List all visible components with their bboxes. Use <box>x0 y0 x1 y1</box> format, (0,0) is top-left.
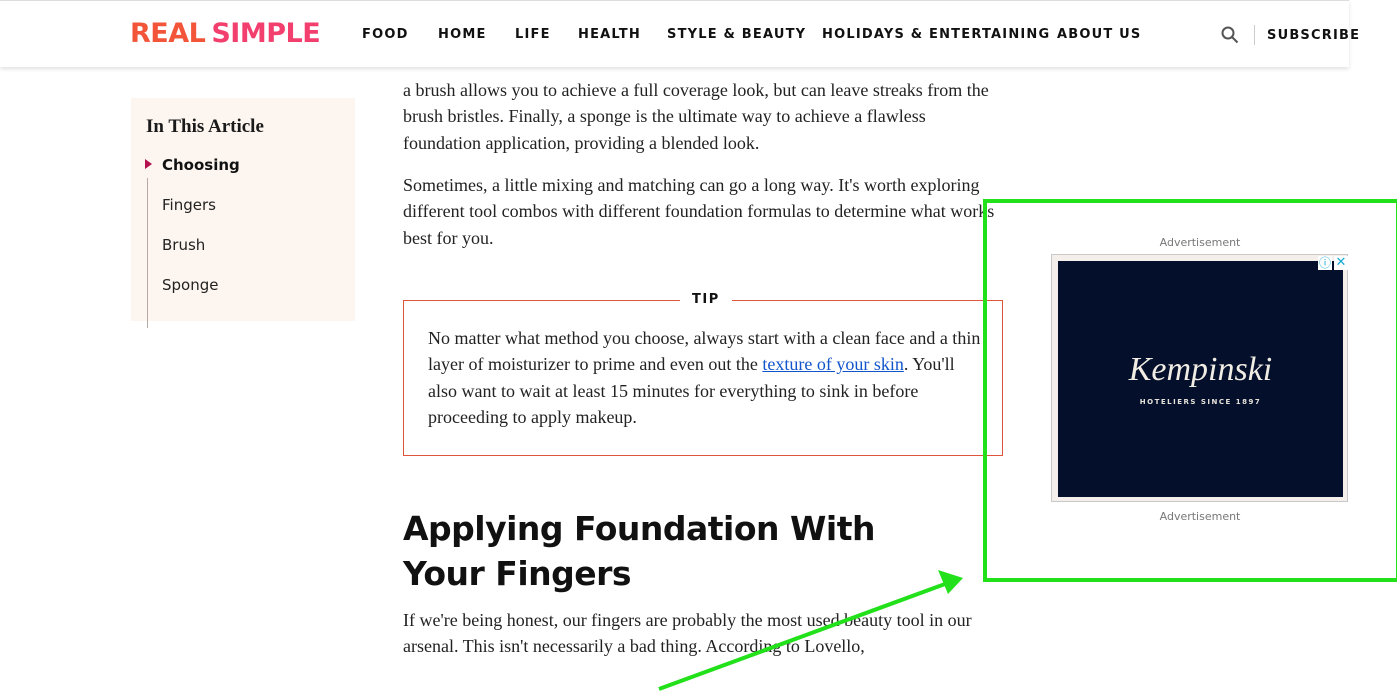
search-icon[interactable] <box>1221 26 1239 44</box>
paragraph-2: Sometimes, a little mixing and matching … <box>403 175 995 248</box>
nav-home[interactable]: HOME <box>438 27 487 42</box>
toc-item-sponge[interactable]: Sponge <box>162 276 218 294</box>
annotation-highlight-box <box>983 199 1397 582</box>
toc-item-brush[interactable]: Brush <box>162 236 205 254</box>
toc-item-choosing[interactable]: Choosing <box>162 156 240 174</box>
active-marker-icon <box>145 159 152 169</box>
tip-label: TIP <box>680 292 732 307</box>
subscribe-button[interactable]: SUBSCRIBE <box>1267 28 1360 43</box>
logo-real: REAL <box>130 18 206 49</box>
nav-about-us[interactable]: ABOUT US <box>1057 27 1142 42</box>
header-divider <box>1254 25 1255 45</box>
site-logo[interactable]: REAL SIMPLE <box>130 18 321 49</box>
tip-box: TIP No matter what method you choose, al… <box>403 292 1003 456</box>
paragraph-1: a brush allows you to achieve a full cov… <box>403 80 989 153</box>
nav-food[interactable]: FOOD <box>362 27 409 42</box>
nav-style-beauty[interactable]: STYLE & BEAUTY <box>667 27 806 42</box>
section-heading: Applying Foundation With Your Fingers <box>403 509 876 593</box>
toc-title: In This Article <box>146 116 264 137</box>
tip-text: No matter what method you choose, always… <box>428 325 984 430</box>
toc-item-fingers[interactable]: Fingers <box>162 196 216 214</box>
nav-health[interactable]: HEALTH <box>578 27 641 42</box>
toc-line <box>147 178 148 328</box>
logo-simple: SIMPLE <box>211 18 321 49</box>
texture-of-skin-link[interactable]: texture of your skin <box>762 354 903 374</box>
paragraph-3: If we're being honest, our fingers are p… <box>403 610 972 657</box>
nav-life[interactable]: LIFE <box>515 27 551 42</box>
nav-holidays-entertaining[interactable]: HOLIDAYS & ENTERTAINING <box>822 27 1050 42</box>
table-of-contents: In This Article Choosing Fingers Brush S… <box>131 98 355 328</box>
site-header: REAL SIMPLE FOOD HOME LIFE HEALTH STYLE &… <box>0 0 1359 67</box>
